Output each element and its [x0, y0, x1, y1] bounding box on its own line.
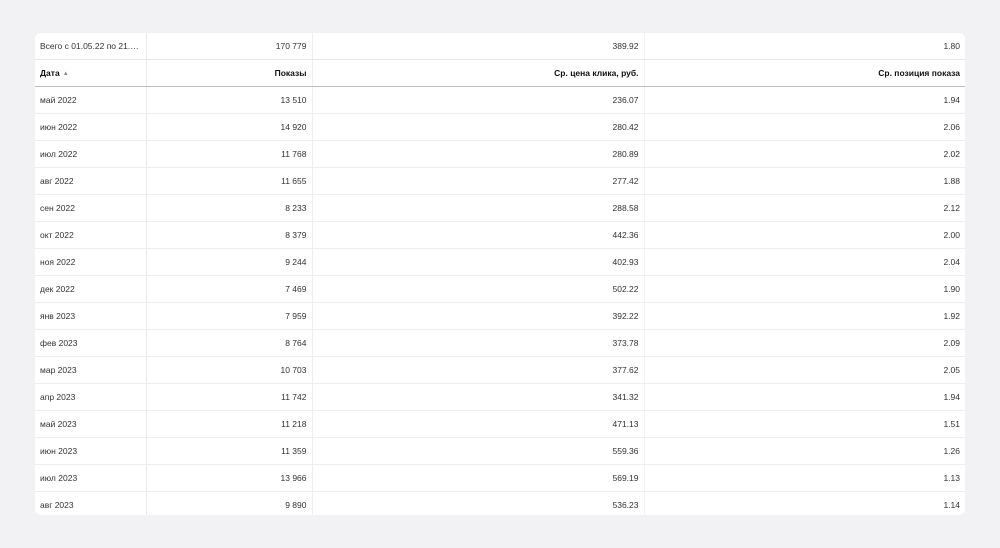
row-avg-position: 1.92	[644, 302, 965, 330]
column-header-shows[interactable]: Показы	[146, 59, 313, 87]
row-shows: 8 233	[146, 194, 313, 222]
row-avg-position: 1.94	[644, 383, 965, 411]
table-row: ноя 2022 9 244 402.93 2.04	[35, 248, 965, 276]
row-shows: 11 359	[146, 437, 313, 465]
table-row: окт 2022 8 379 442.36 2.00	[35, 221, 965, 249]
row-avg-click-price: 280.89	[312, 140, 645, 168]
row-avg-click-price: 502.22	[312, 275, 645, 303]
row-date: дек 2022	[35, 275, 147, 303]
table-row: фев 2023 8 764 373.78 2.09	[35, 329, 965, 357]
row-shows: 11 742	[146, 383, 313, 411]
row-avg-click-price: 288.58	[312, 194, 645, 222]
row-date: авг 2023	[35, 491, 147, 515]
statistics-table: Всего с 01.05.22 по 21.08.23 170 779 389…	[35, 33, 965, 515]
total-avg-click-price: 389.92	[312, 33, 645, 60]
row-avg-position: 1.14	[943, 500, 960, 510]
row-avg-click-price: 236.07	[312, 86, 645, 114]
row-avg-position: 2.04	[644, 248, 965, 276]
row-date: июн 2023	[35, 437, 147, 465]
row-avg-position: 1.51	[644, 410, 965, 438]
row-avg-click-price: 536.23	[312, 491, 645, 515]
column-header-avg-click-price[interactable]: Ср. цена клика, руб.	[312, 59, 645, 87]
row-date: май 2023	[35, 410, 147, 438]
row-avg-click-price: 280.42	[312, 113, 645, 141]
row-date: июл 2022	[35, 140, 147, 168]
total-avg-position: 1.80	[644, 33, 965, 60]
row-shows: 8 764	[146, 329, 313, 357]
row-avg-click-price: 559.36	[312, 437, 645, 465]
row-avg-position: 2.05	[644, 356, 965, 384]
row-date: июн 2022	[35, 113, 147, 141]
table-row: июл 2023 13 966 569.19 1.13	[35, 464, 965, 492]
row-date: май 2022	[35, 86, 147, 114]
row-avg-position: 1.90	[644, 275, 965, 303]
header-row: Дата ▲ Показы Ср. цена клика, руб. Ср. по…	[35, 59, 965, 87]
row-avg-click-price: 377.62	[312, 356, 645, 384]
row-avg-position: 1.13	[644, 464, 965, 492]
row-avg-click-price: 471.13	[312, 410, 645, 438]
row-avg-click-price: 277.42	[312, 167, 645, 195]
table-row: май 2022 13 510 236.07 1.94	[35, 86, 965, 114]
row-date: янв 2023	[35, 302, 147, 330]
table-row: дек 2022 7 469 502.22 1.90	[35, 275, 965, 303]
sort-ascending-icon[interactable]: ▲	[63, 71, 69, 77]
column-header-avg-position[interactable]: Ср. позиция показа	[644, 59, 965, 87]
row-avg-position: 2.06	[644, 113, 965, 141]
row-avg-position: 2.09	[644, 329, 965, 357]
row-avg-click-price: 569.19	[312, 464, 645, 492]
row-shows: 11 218	[146, 410, 313, 438]
row-date: ноя 2022	[35, 248, 147, 276]
row-date: сен 2022	[35, 194, 147, 222]
row-shows: 9 244	[146, 248, 313, 276]
row-avg-click-price: 373.78	[312, 329, 645, 357]
row-avg-position: 1.26	[644, 437, 965, 465]
table-row: май 2023 11 218 471.13 1.51	[35, 410, 965, 438]
row-date: авг 2022	[35, 167, 147, 195]
row-avg-position: 2.12	[644, 194, 965, 222]
row-avg-click-price: 392.22	[312, 302, 645, 330]
row-shows: 7 959	[146, 302, 313, 330]
row-date: апр 2023	[35, 383, 147, 411]
row-avg-position: 2.02	[644, 140, 965, 168]
column-header-date-label: Дата	[40, 68, 60, 78]
table-row: мар 2023 10 703 377.62 2.05	[35, 356, 965, 384]
table-row: июн 2022 14 920 280.42 2.06	[35, 113, 965, 141]
total-row: Всего с 01.05.22 по 21.08.23 170 779 389…	[35, 33, 965, 60]
row-date: фев 2023	[35, 329, 147, 357]
row-avg-position: 1.88	[644, 167, 965, 195]
row-shows: 14 920	[146, 113, 313, 141]
table-row: сен 2022 8 233 288.58 2.12	[35, 194, 965, 222]
row-date: июл 2023	[35, 464, 147, 492]
row-shows: 9 890	[146, 491, 313, 515]
row-avg-click-price: 442.36	[312, 221, 645, 249]
row-avg-position: 2.00	[644, 221, 965, 249]
table-row: июн 2023 11 359 559.36 1.26	[35, 437, 965, 465]
row-shows: 8 379	[146, 221, 313, 249]
table-row: авг 2022 11 655 277.42 1.88	[35, 167, 965, 195]
row-avg-click-price: 341.32	[312, 383, 645, 411]
column-header-date[interactable]: Дата ▲	[35, 59, 147, 87]
row-shows: 13 510	[146, 86, 313, 114]
row-shows: 10 703	[146, 356, 313, 384]
total-shows: 170 779	[146, 33, 313, 60]
row-shows: 13 966	[146, 464, 313, 492]
row-shows: 11 655	[146, 167, 313, 195]
row-avg-position: 1.94	[644, 86, 965, 114]
row-date: окт 2022	[35, 221, 147, 249]
report-table-card: Всего с 01.05.22 по 21.08.23 170 779 389…	[35, 33, 965, 515]
table-body: май 2022 13 510 236.07 1.94 июн 2022 14 920 28…	[35, 86, 965, 515]
row-date: мар 2023	[35, 356, 147, 384]
total-label: Всего с 01.05.22 по 21.08.23	[35, 33, 147, 60]
row-avg-click-price: 402.93	[312, 248, 645, 276]
table-row: янв 2023 7 959 392.22 1.92	[35, 302, 965, 330]
row-shows: 11 768	[146, 140, 313, 168]
table-row: июл 2022 11 768 280.89 2.02	[35, 140, 965, 168]
table-row: авг 2023 9 890 536.23 1.14	[35, 491, 965, 515]
row-shows: 7 469	[146, 275, 313, 303]
table-row: апр 2023 11 742 341.32 1.94	[35, 383, 965, 411]
